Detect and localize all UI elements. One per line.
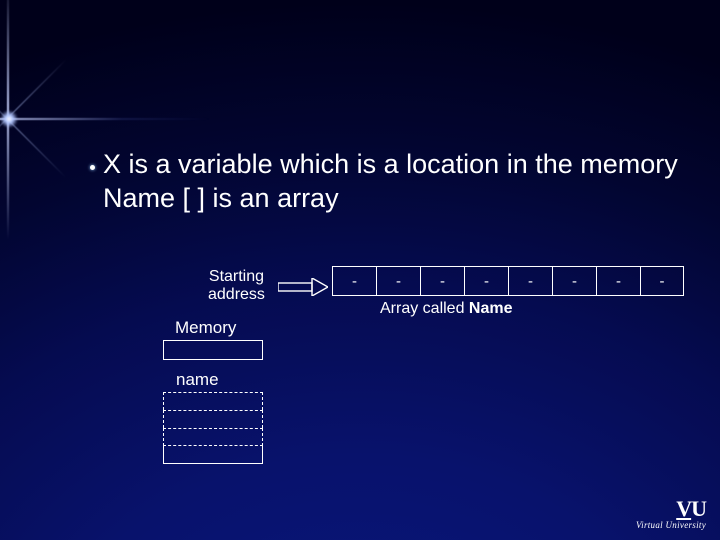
flare-core bbox=[0, 110, 18, 128]
array-cell: - bbox=[464, 266, 508, 296]
starting-address-label: Starting address bbox=[208, 268, 265, 303]
flare-ray-horizontal bbox=[0, 118, 210, 120]
array-cell: - bbox=[596, 266, 640, 296]
memory-cell-dashed bbox=[163, 392, 263, 410]
array-caption-bold: Name bbox=[469, 300, 513, 317]
memory-column bbox=[163, 392, 263, 464]
memory-label: Memory bbox=[175, 318, 236, 338]
logo-subtitle: Virtual University bbox=[636, 520, 706, 530]
slide-body-text: X is a variable which is a location in t… bbox=[103, 148, 693, 216]
array-cell: - bbox=[552, 266, 596, 296]
arrow-icon bbox=[278, 278, 328, 296]
bullet-icon bbox=[90, 165, 95, 170]
array-caption: Array called Name bbox=[380, 300, 513, 318]
slide: X is a variable which is a location in t… bbox=[0, 0, 720, 540]
array-cell: - bbox=[640, 266, 684, 296]
array-cell: - bbox=[508, 266, 552, 296]
array-cell: - bbox=[376, 266, 420, 296]
logo-brand: VVUU bbox=[636, 496, 706, 522]
array-caption-prefix: Array called bbox=[380, 300, 469, 317]
array-row: - - - - - - - - bbox=[332, 266, 684, 296]
array-cell: - bbox=[420, 266, 464, 296]
logo: VVUU Virtual University bbox=[636, 496, 706, 530]
memory-cell-dashed bbox=[163, 428, 263, 446]
array-cell: - bbox=[332, 266, 376, 296]
memory-cell-solid bbox=[163, 446, 263, 464]
memory-cell-top bbox=[163, 340, 263, 360]
name-label: name bbox=[176, 370, 219, 390]
memory-cell-dashed bbox=[163, 410, 263, 428]
